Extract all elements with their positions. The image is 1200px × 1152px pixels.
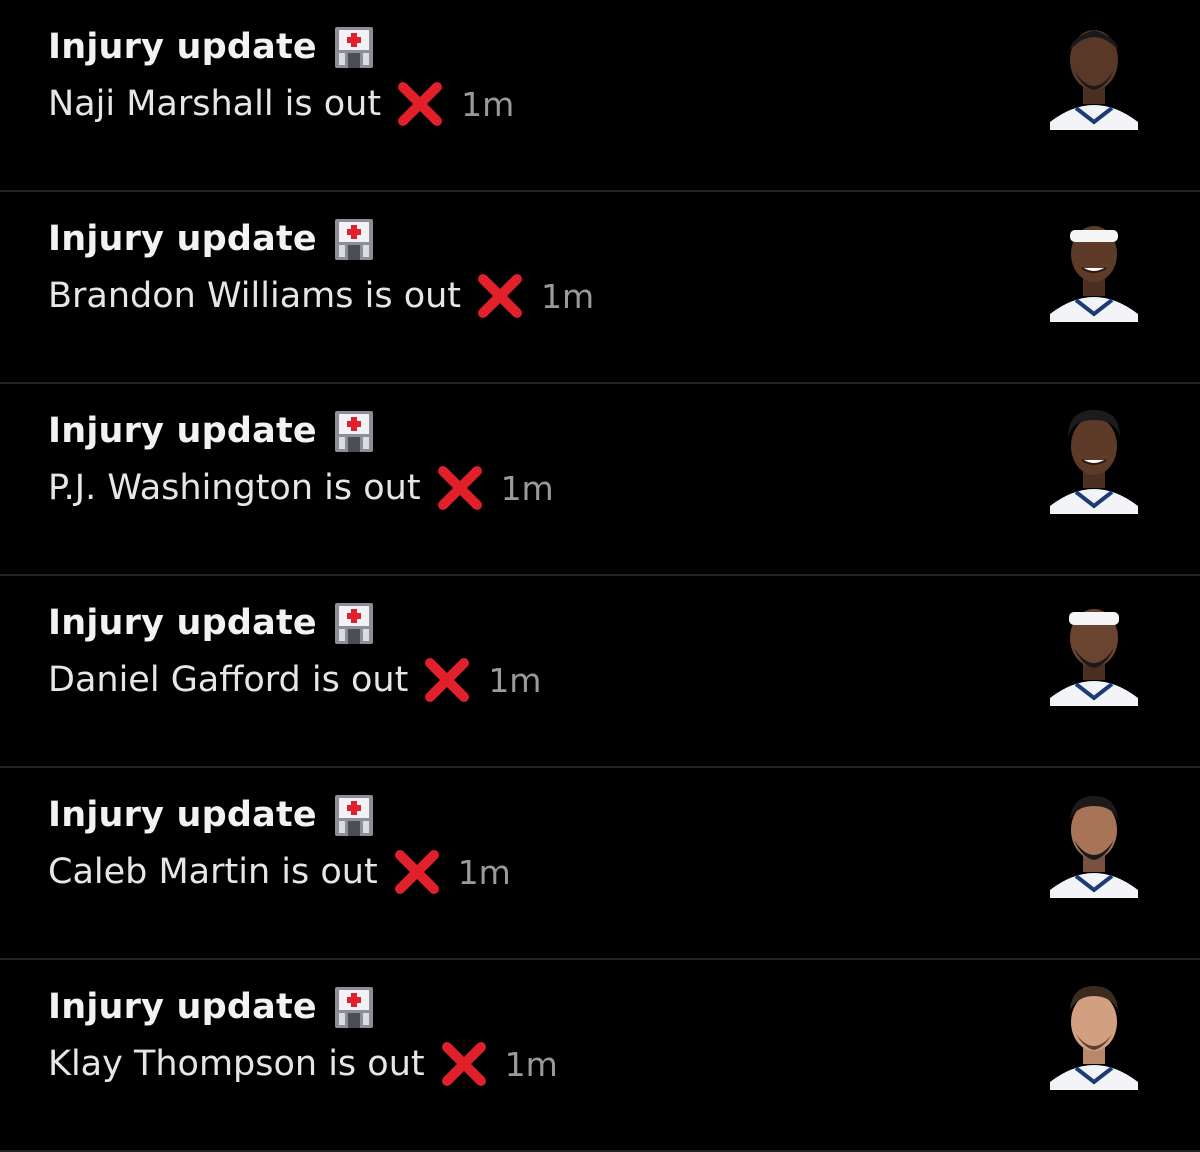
cross-mark-icon [422,655,472,705]
notification-time: 1m [504,1044,558,1084]
hospital-icon [331,792,377,838]
player-avatar [1046,978,1142,1090]
notification-time: 1m [500,468,554,508]
notification-time: 1m [461,84,515,124]
player-avatar [1046,210,1142,322]
notification-message: Klay Thompson is out [48,1044,425,1084]
notification-item[interactable]: Injury update P.J. Washington is out 1m [0,384,1200,576]
notification-title: Injury update [48,795,317,835]
cross-mark-icon [435,463,485,513]
notification-item[interactable]: Injury update Caleb Martin is out 1m [0,768,1200,960]
cross-mark-icon [392,847,442,897]
notification-time: 1m [457,852,511,892]
player-avatar [1046,786,1142,898]
notification-time: 1m [541,276,595,316]
notification-title: Injury update [48,987,317,1027]
hospital-icon [331,24,377,70]
notification-title: Injury update [48,27,317,67]
notification-message: Naji Marshall is out [48,84,382,124]
notification-item[interactable]: Injury update Brandon Williams is out 1m [0,192,1200,384]
notification-item[interactable]: Injury update Daniel Gafford is out 1m [0,576,1200,768]
cross-mark-icon [475,271,525,321]
notification-time: 1m [488,660,542,700]
notification-message: Caleb Martin is out [48,852,378,892]
notification-message: P.J. Washington is out [48,468,421,508]
notification-feed: Injury update Naji Marshall is out 1m In… [0,0,1200,1152]
notification-title: Injury update [48,219,317,259]
hospital-icon [331,408,377,454]
cross-mark-icon [395,79,445,129]
notification-item[interactable]: Injury update Klay Thompson is out 1m [0,960,1200,1152]
player-avatar [1046,18,1142,130]
player-avatar [1046,594,1142,706]
hospital-icon [331,984,377,1030]
notification-message: Daniel Gafford is out [48,660,409,700]
hospital-icon [331,600,377,646]
notification-message: Brandon Williams is out [48,276,462,316]
notification-title: Injury update [48,411,317,451]
cross-mark-icon [439,1039,489,1089]
hospital-icon [331,216,377,262]
notification-item[interactable]: Injury update Naji Marshall is out 1m [0,0,1200,192]
notification-title: Injury update [48,603,317,643]
player-avatar [1046,402,1142,514]
